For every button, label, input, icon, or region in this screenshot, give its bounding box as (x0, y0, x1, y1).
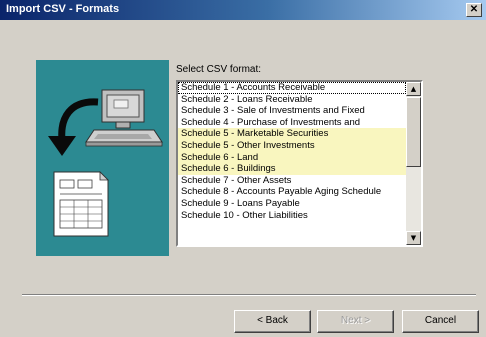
list-item[interactable]: Schedule 9 - Loans Payable (178, 198, 406, 210)
scroll-up-button[interactable]: ▲ (406, 82, 421, 96)
list-item[interactable]: Schedule 2 - Loans Receivable (178, 94, 406, 106)
select-csv-format-label: Select CSV format: (176, 64, 262, 75)
import-csv-dialog: Import CSV - Formats ✕ Select CSV format… (0, 0, 486, 337)
listbox-scrollbar[interactable]: ▲ ▼ (406, 82, 421, 245)
list-item[interactable]: Schedule 8 - Accounts Payable Aging Sche… (178, 186, 406, 198)
window-title: Import CSV - Formats (6, 3, 120, 15)
list-item[interactable]: Schedule 6 - Land (178, 151, 406, 164)
list-item[interactable]: Schedule 6 - Buildings (178, 163, 406, 175)
next-button[interactable]: Next > (317, 310, 394, 333)
triangle-down-icon: ▼ (410, 234, 417, 242)
list-item[interactable]: Schedule 7 - Other Assets (178, 175, 406, 187)
csv-import-illustration (36, 60, 169, 256)
scroll-down-button[interactable]: ▼ (406, 231, 421, 245)
close-icon: ✕ (469, 4, 479, 15)
list-item[interactable]: Schedule 5 - Marketable Securities (178, 128, 406, 140)
list-item[interactable]: Schedule 4 - Purchase of Investments and (178, 117, 406, 129)
csv-format-listbox[interactable]: Schedule 1 - Accounts Receivable Schedul… (176, 80, 423, 247)
csv-format-list: Schedule 1 - Accounts Receivable Schedul… (178, 82, 406, 221)
title-bar[interactable]: Import CSV - Formats ✕ (0, 0, 486, 20)
button-divider (22, 294, 476, 296)
scrollbar-thumb[interactable] (406, 97, 421, 167)
computer-document-icon (48, 89, 163, 237)
cancel-button[interactable]: Cancel (402, 310, 479, 333)
list-item[interactable]: Schedule 10 - Other Liabilities (178, 210, 406, 222)
list-item[interactable]: Schedule 3 - Sale of Investments and Fix… (178, 105, 406, 117)
list-item[interactable]: Schedule 5 - Other Investments (178, 139, 406, 152)
list-item[interactable]: Schedule 1 - Accounts Receivable (178, 82, 406, 94)
triangle-up-icon: ▲ (410, 85, 417, 93)
back-button[interactable]: < Back (234, 310, 311, 333)
close-button[interactable]: ✕ (466, 3, 482, 17)
